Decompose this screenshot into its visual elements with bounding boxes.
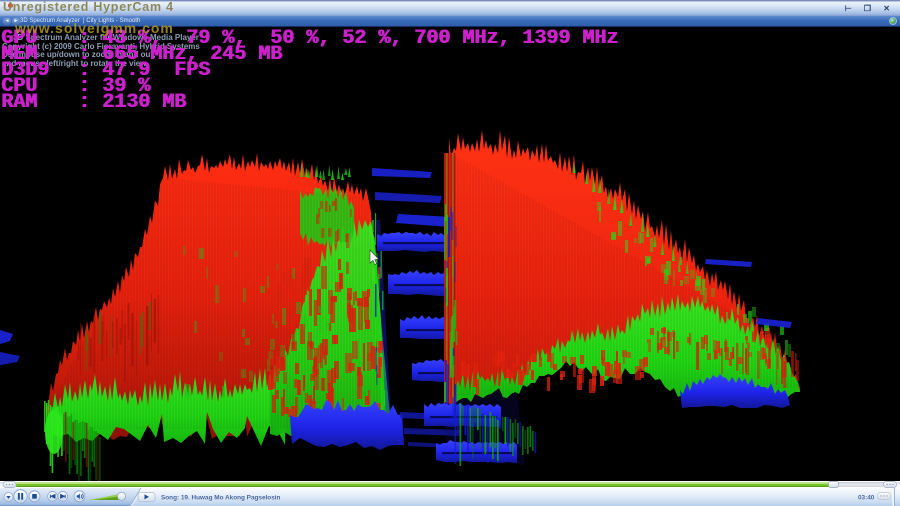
svg-text:03:40: 03:40 — [858, 495, 875, 502]
svg-text:Song: 19. Huwag Mo Akong Pags: Song: 19. Huwag Mo Akong Pagselosin — [161, 495, 281, 502]
